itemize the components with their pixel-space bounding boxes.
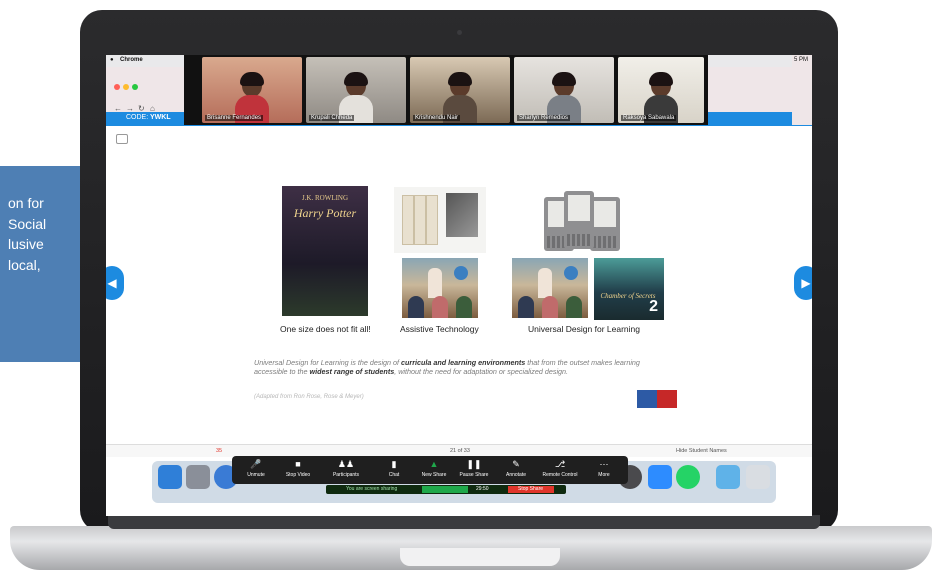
whatsapp-icon[interactable] xyxy=(676,465,700,489)
apple-icon[interactable]: ● xyxy=(110,57,114,63)
participant-name: Brisanne Fernandes xyxy=(205,115,264,121)
app-menu-name[interactable]: Chrome xyxy=(120,57,143,63)
toolbar-label: Remote Control xyxy=(542,472,578,478)
toolbar-label: Stop Video xyxy=(285,472,311,478)
remote-icon: ⎇ xyxy=(554,459,566,469)
hide-names-toggle[interactable]: Hide Student Names xyxy=(676,448,727,454)
new-share-button[interactable]: ▲ New Share xyxy=(414,459,454,478)
book-number: 2 xyxy=(649,298,658,315)
classroom-image xyxy=(402,258,478,318)
next-slide-button[interactable]: ▶ xyxy=(794,266,812,300)
card-caption: One size does not fit all! xyxy=(280,324,371,334)
info-line: Social xyxy=(8,215,47,232)
harry-potter-book-image: J.K. ROWLING Harry Potter xyxy=(282,186,368,316)
unmute-button[interactable]: 🎤 Unmute xyxy=(236,459,276,478)
participants-button[interactable]: ♟♟ Participants xyxy=(326,459,366,478)
logo-right xyxy=(657,390,677,408)
more-button[interactable]: ⋯ More xyxy=(584,459,624,478)
toolbar-label: More xyxy=(598,472,610,478)
participant-tile[interactable]: Brisanne Fernandes xyxy=(202,57,302,123)
logo-left xyxy=(637,390,657,408)
trash-icon[interactable] xyxy=(746,465,770,489)
participants-icon: ♟♟ xyxy=(337,459,355,469)
microphone-off-icon: 🎤 xyxy=(250,459,262,469)
toolbar-label: Unmute xyxy=(247,472,265,478)
info-line: on for xyxy=(8,195,44,211)
launchpad-icon[interactable] xyxy=(186,465,210,489)
toolbar-label: Pause Share xyxy=(459,472,489,478)
maximize-window-icon[interactable] xyxy=(132,84,138,90)
braille-books-image xyxy=(394,187,486,253)
ereader-image xyxy=(564,191,594,249)
menu-bar-clock: 5 PM xyxy=(792,55,812,125)
toolbar-label: Annotate xyxy=(505,472,527,478)
definition-text: Universal Design for Learning is the des… xyxy=(254,358,402,367)
cast-udl-logo xyxy=(637,390,677,408)
classroom-image xyxy=(512,258,588,318)
participant-tile[interactable]: Sharlyn Remedios xyxy=(514,57,614,123)
meeting-code: CODE: YWKL xyxy=(126,114,171,121)
previous-slide-button[interactable]: ◀ xyxy=(106,266,124,300)
participant-name: Sharlyn Remedios xyxy=(517,115,571,121)
video-gallery: Brisanne Fernandes Krupali Chheda Krishn… xyxy=(184,55,708,125)
participant-tile[interactable]: Raksoya Sabawala xyxy=(618,57,704,123)
video-icon: ■ xyxy=(295,459,301,469)
stop-share-label[interactable]: Stop Share xyxy=(518,486,543,492)
laptop-lip xyxy=(400,548,560,566)
card-caption: Assistive Technology xyxy=(400,324,479,334)
book-author: J.K. ROWLING xyxy=(301,194,349,202)
info-line: local, xyxy=(8,256,41,273)
participant-tile[interactable]: Krishnendu Nair xyxy=(410,57,510,123)
card-caption: Universal Design for Learning xyxy=(528,324,640,334)
slide-thumbnail-icon[interactable] xyxy=(116,134,128,144)
meeting-code-value: YWKL xyxy=(150,114,171,121)
close-window-icon[interactable] xyxy=(114,84,120,90)
folder-icon[interactable] xyxy=(716,465,740,489)
participant-tile[interactable]: Krupali Chheda xyxy=(306,57,406,123)
clock-text: 5 PM xyxy=(794,57,809,63)
udl-definition: Universal Design for Learning is the des… xyxy=(254,358,654,376)
toolbar-label: Participants xyxy=(332,472,360,478)
participant-name: Krishnendu Nair xyxy=(413,115,461,121)
definition-emphasis: curricula and learning environments xyxy=(401,358,526,367)
pause-icon: ❚❚ xyxy=(466,459,482,469)
zoom-app-icon[interactable] xyxy=(648,465,672,489)
stop-video-button[interactable]: ■ Stop Video xyxy=(278,459,318,478)
participant-name: Krupali Chheda xyxy=(309,115,355,121)
laptop-screen: ● Chrome ← → ↻ ⌂ CODE: YWKL Brisanne Fer… xyxy=(106,55,812,516)
webcam xyxy=(457,30,462,35)
share-indicator xyxy=(422,486,468,493)
info-line: lusive xyxy=(8,236,44,252)
ereader-image xyxy=(590,197,620,251)
annotate-button[interactable]: ✎ Annotate xyxy=(496,459,536,478)
laptop-hinge xyxy=(108,515,820,529)
presentation-slide: ◀ ▶ J.K. ROWLING Harry Potter One size d… xyxy=(106,126,812,444)
definition-emphasis: widest range of students xyxy=(309,367,395,376)
share-status-bar: You are screen sharing 29:50 Stop Share xyxy=(326,485,566,494)
toolbar-label: New Share xyxy=(421,472,447,478)
pause-share-button[interactable]: ❚❚ Pause Share xyxy=(454,459,494,478)
chat-button[interactable]: ▮ Chat xyxy=(374,459,414,478)
share-icon: ▲ xyxy=(429,459,439,469)
minimize-window-icon[interactable] xyxy=(123,84,129,90)
definition-text: , without the need for adaptation or spe… xyxy=(394,367,569,376)
participant-name: Raksoya Sabawala xyxy=(621,115,677,121)
source-citation: (Adapted from Ron Rose, Rose & Meyer) xyxy=(254,394,364,400)
share-status-text: You are screen sharing xyxy=(346,486,398,492)
chat-icon: ▮ xyxy=(391,459,397,469)
participants-count: 35 xyxy=(216,448,223,454)
meeting-code-label: CODE: xyxy=(126,114,149,121)
chamber-of-secrets-image: Chamber of Secrets 2 xyxy=(594,258,664,320)
share-timer: 29:50 xyxy=(476,486,489,492)
toolbar-label: Chat xyxy=(388,472,400,478)
page-indicator: 21 of 33 xyxy=(450,448,470,454)
more-icon: ⋯ xyxy=(599,459,609,469)
info-box-text: on for Social lusive local, xyxy=(8,193,46,275)
book-title: Harry Potter xyxy=(293,206,357,220)
finder-icon[interactable] xyxy=(158,465,182,489)
remote-control-button[interactable]: ⎇ Remote Control xyxy=(540,459,580,478)
pen-icon: ✎ xyxy=(512,459,520,469)
